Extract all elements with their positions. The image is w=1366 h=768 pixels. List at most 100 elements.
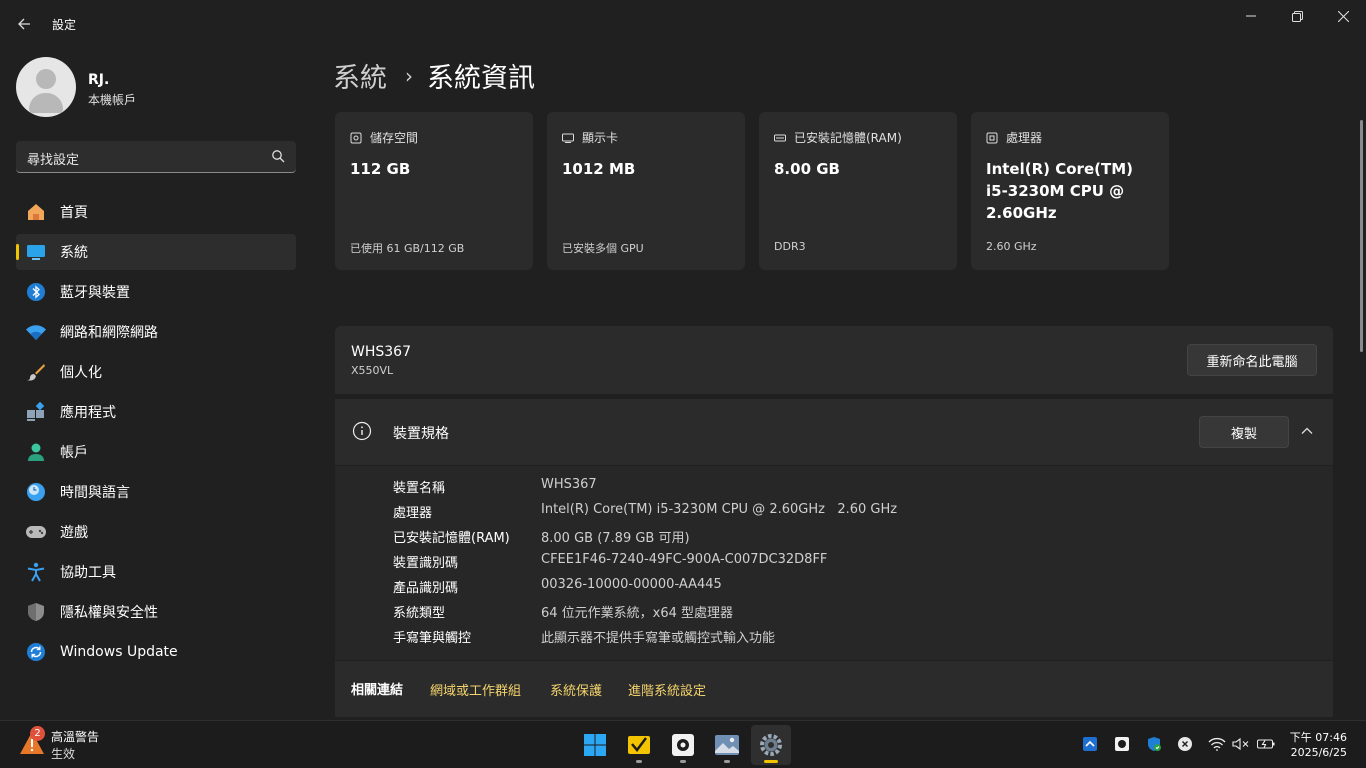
ram-icon <box>774 134 786 141</box>
minimize-icon <box>1246 15 1256 17</box>
brush-icon <box>25 361 47 383</box>
clock-date[interactable]: 2025/6/25 <box>1291 746 1347 759</box>
volume-muted-icon[interactable] <box>1232 735 1250 753</box>
cpu-card: 處理器 Intel(R) Core(TM) i5-3230M CPU @ 2.6… <box>971 112 1169 270</box>
cpu-icon <box>986 132 998 143</box>
rename-pc-button[interactable]: 重新命名此電腦 <box>1187 344 1317 376</box>
sidebar-item-accounts[interactable]: 帳戶 <box>16 434 296 470</box>
start-icon <box>584 734 606 756</box>
spec-row-ram: 已安裝記憶體(RAM) 8.00 GB (7.89 GB 可用) <box>393 531 690 546</box>
card-label: 已安裝記憶體(RAM) <box>794 131 902 145</box>
photos-icon <box>715 735 739 755</box>
restore-button[interactable] <box>1274 0 1320 32</box>
card-sub: 已使用 61 GB/112 GB <box>350 242 465 255</box>
sidebar-item-bluetooth[interactable]: 藍牙與裝置 <box>16 274 296 310</box>
gpu-card: 顯示卡 1012 MB 已安裝多個 GPU <box>547 112 745 270</box>
wifi-icon <box>25 321 47 343</box>
sidebar-item-system[interactable]: 系統 <box>16 234 296 270</box>
sidebar-nav: 首頁 系統 藍牙與裝置 網路和網際網路 個人化 應用程式 帳戶 時間與語言 遊戲… <box>16 194 296 674</box>
device-specs-header[interactable]: 裝置規格 複製 <box>335 399 1333 465</box>
start-button[interactable] <box>575 725 615 765</box>
minimize-button[interactable] <box>1228 0 1274 32</box>
time-language-icon <box>25 481 47 503</box>
sidebar-item-windows-update[interactable]: Windows Update <box>16 634 296 670</box>
bluetooth-icon <box>25 281 47 303</box>
sidebar-item-apps[interactable]: 應用程式 <box>16 394 296 430</box>
x-icon[interactable] <box>1176 735 1194 753</box>
card-sub: 已安裝多個 GPU <box>562 242 644 255</box>
avatar[interactable] <box>16 57 76 117</box>
card-sub: DDR3 <box>774 240 806 253</box>
account-type: 本機帳戶 <box>88 93 137 107</box>
scrollbar[interactable] <box>1360 120 1363 352</box>
breadcrumb-parent[interactable]: 系統 <box>333 56 387 95</box>
link-domain-workgroup[interactable]: 網域或工作群組 <box>430 680 521 699</box>
close-icon <box>1337 10 1349 22</box>
close-button[interactable] <box>1320 0 1366 32</box>
spec-row-device-id: 裝置識別碼 CFEE1F46-7240-49FC-900A-C007DC32D8F… <box>393 552 828 571</box>
taskbar-app-photos[interactable] <box>707 725 747 765</box>
weather-subtitle: 生效 <box>51 747 76 761</box>
related-links: 相關連結 網域或工作群組 系統保護 進階系統設定 <box>335 661 1333 717</box>
back-button[interactable] <box>10 10 38 38</box>
settings-icon <box>760 734 782 756</box>
link-advanced-settings[interactable]: 進階系統設定 <box>628 680 706 699</box>
battery-icon[interactable] <box>1257 735 1275 753</box>
sidebar-item-personalization[interactable]: 個人化 <box>16 354 296 390</box>
notification-badge: 2 <box>30 726 45 741</box>
sidebar-item-privacy[interactable]: 隱私權與安全性 <box>16 594 296 630</box>
card-value: 8.00 GB <box>774 160 840 178</box>
taskbar: 2 高溫警告 生效 下午 07:46 2025/6/25 <box>0 720 1366 768</box>
obs-icon[interactable] <box>1113 735 1131 753</box>
app-icon <box>672 734 694 756</box>
spec-row-device-name: 裝置名稱 WHS367 <box>393 477 597 496</box>
link-system-protection[interactable]: 系統保護 <box>550 680 602 699</box>
spec-row-pen-touch: 手寫筆與觸控 此顯示器不提供手寫筆或觸控式輸入功能 <box>393 631 776 646</box>
user-name: RJ. <box>88 72 110 88</box>
sidebar-item-network[interactable]: 網路和網際網路 <box>16 314 296 350</box>
search-icon[interactable] <box>271 149 285 163</box>
device-specs-list: 裝置名稱 WHS367 處理器 Intel(R) Core(TM) i5-3230M… <box>335 466 1333 660</box>
gpu-icon <box>562 133 574 143</box>
accessibility-icon <box>25 561 47 583</box>
sidebar-item-gaming[interactable]: 遊戲 <box>16 514 296 550</box>
breadcrumb: 系統 › 系統資訊 <box>333 56 535 95</box>
sidebar-item-home[interactable]: 首頁 <box>16 194 296 230</box>
related-links-label: 相關連結 <box>351 683 404 698</box>
wifi-icon[interactable] <box>1208 735 1226 753</box>
card-label: 顯示卡 <box>582 131 619 145</box>
card-sub: 2.60 GHz <box>986 240 1037 253</box>
taskbar-app-obs[interactable] <box>663 725 703 765</box>
weather-title[interactable]: 高溫警告 <box>51 728 99 745</box>
search-placeholder: 尋找設定 <box>27 153 80 168</box>
title-bar: 設定 <box>0 0 1366 48</box>
card-value: 112 GB <box>350 160 411 178</box>
spec-row-processor: 處理器 Intel(R) Core(TM) i5-3230M CPU @ 2.60… <box>393 502 898 521</box>
apps-icon <box>25 401 47 423</box>
sidebar-item-accessibility[interactable]: 協助工具 <box>16 554 296 590</box>
defender-icon[interactable] <box>1145 735 1163 753</box>
copy-button[interactable]: 複製 <box>1199 416 1289 448</box>
taskbar-app-explorer[interactable] <box>619 725 659 765</box>
info-icon <box>352 421 372 441</box>
storage-card: 儲存空間 112 GB 已使用 61 GB/112 GB <box>335 112 533 270</box>
tray-app-icon[interactable] <box>1081 735 1099 753</box>
shield-icon <box>25 601 47 623</box>
card-value: 1012 MB <box>562 160 636 178</box>
taskbar-app-settings[interactable] <box>751 725 791 765</box>
card-value: Intel(R) Core(TM) i5-3230M CPU @ 2.60GHz <box>986 160 1133 222</box>
system-icon <box>25 241 47 263</box>
device-name: WHS367 <box>351 344 411 360</box>
gamepad-icon <box>25 521 47 543</box>
device-model: X550VL <box>351 364 394 377</box>
spec-row-product-id: 產品識別碼 00326-10000-00000-AA445 <box>393 577 722 596</box>
search-input[interactable]: 尋找設定 <box>16 141 296 173</box>
sidebar-item-time-language[interactable]: 時間與語言 <box>16 474 296 510</box>
update-icon <box>25 641 47 663</box>
clock-time[interactable]: 下午 07:46 <box>1290 729 1347 745</box>
spec-row-system-type: 系統類型 64 位元作業系統，x64 型處理器 <box>393 606 734 621</box>
chevron-up-icon[interactable] <box>1299 423 1315 439</box>
card-label: 儲存空間 <box>370 131 419 145</box>
restore-icon <box>1291 10 1303 22</box>
home-icon <box>25 201 47 223</box>
